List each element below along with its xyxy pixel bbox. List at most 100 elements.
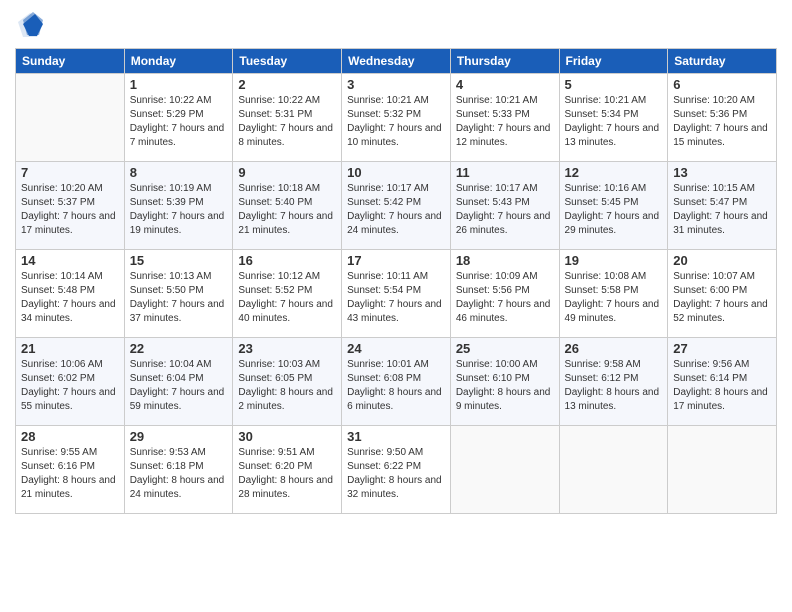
day-number: 1 — [130, 77, 228, 92]
day-info: Sunrise: 10:14 AMSunset: 5:48 PMDaylight… — [21, 270, 119, 326]
day-info: Sunrise: 10:08 AMSunset: 5:58 PMDaylight… — [565, 270, 663, 326]
day-info: Sunrise: 10:07 AMSunset: 6:00 PMDaylight… — [673, 270, 771, 326]
weekday-header-tuesday: Tuesday — [233, 49, 342, 74]
weekday-header-monday: Monday — [124, 49, 233, 74]
day-info: Sunrise: 9:58 AMSunset: 6:12 PMDaylight:… — [565, 358, 663, 414]
calendar-cell — [450, 426, 559, 514]
weekday-header-saturday: Saturday — [668, 49, 777, 74]
calendar-cell: 24 Sunrise: 10:01 AMSunset: 6:08 PMDaylig… — [342, 338, 451, 426]
logo — [15, 10, 49, 40]
day-info: Sunrise: 10:22 AMSunset: 5:29 PMDaylight… — [130, 94, 228, 150]
day-number: 6 — [673, 77, 771, 92]
calendar-cell: 11 Sunrise: 10:17 AMSunset: 5:43 PMDaylig… — [450, 162, 559, 250]
calendar-cell: 30 Sunrise: 9:51 AMSunset: 6:20 PMDayligh… — [233, 426, 342, 514]
day-number: 23 — [238, 341, 336, 356]
calendar-cell — [668, 426, 777, 514]
calendar-cell: 9Sunrise: 10:18 AMSunset: 5:40 PMDayligh… — [233, 162, 342, 250]
calendar-cell: 29Sunrise: 9:53 AMSunset: 6:18 PMDayligh… — [124, 426, 233, 514]
calendar-week-row: 7 Sunrise: 10:20 AMSunset: 5:37 PMDayligh… — [16, 162, 777, 250]
day-info: Sunrise: 10:20 AMSunset: 5:37 PMDaylight… — [21, 182, 119, 238]
day-number: 27 — [673, 341, 771, 356]
day-number: 13 — [673, 165, 771, 180]
day-info: Sunrise: 10:16 AMSunset: 5:45 PMDaylight… — [565, 182, 663, 238]
day-info: Sunrise: 9:50 AMSunset: 6:22 PMDaylight:… — [347, 446, 445, 502]
day-number: 17 — [347, 253, 445, 268]
calendar-cell: 5 Sunrise: 10:21 AMSunset: 5:34 PMDayligh… — [559, 74, 668, 162]
day-number: 5 — [565, 77, 663, 92]
day-number: 22 — [130, 341, 228, 356]
calendar-cell: 15 Sunrise: 10:13 AMSunset: 5:50 PMDaylig… — [124, 250, 233, 338]
day-number: 24 — [347, 341, 445, 356]
day-number: 9 — [238, 165, 336, 180]
calendar-cell: 25Sunrise: 10:00 AMSunset: 6:10 PMDaylig… — [450, 338, 559, 426]
day-number: 26 — [565, 341, 663, 356]
calendar-cell: 27 Sunrise: 9:56 AMSunset: 6:14 PMDayligh… — [668, 338, 777, 426]
day-info: Sunrise: 10:17 AMSunset: 5:42 PMDaylight… — [347, 182, 445, 238]
calendar-cell: 31Sunrise: 9:50 AMSunset: 6:22 PMDayligh… — [342, 426, 451, 514]
calendar-week-row: 21Sunrise: 10:06 AMSunset: 6:02 PMDaylig… — [16, 338, 777, 426]
calendar-cell: 23 Sunrise: 10:03 AMSunset: 6:05 PMDaylig… — [233, 338, 342, 426]
day-number: 7 — [21, 165, 119, 180]
day-info: Sunrise: 10:12 AMSunset: 5:52 PMDaylight… — [238, 270, 336, 326]
calendar-cell: 3Sunrise: 10:21 AMSunset: 5:32 PMDayligh… — [342, 74, 451, 162]
day-number: 4 — [456, 77, 554, 92]
day-number: 14 — [21, 253, 119, 268]
calendar-cell: 10 Sunrise: 10:17 AMSunset: 5:42 PMDaylig… — [342, 162, 451, 250]
day-number: 20 — [673, 253, 771, 268]
day-number: 10 — [347, 165, 445, 180]
day-number: 11 — [456, 165, 554, 180]
day-info: Sunrise: 9:56 AMSunset: 6:14 PMDaylight:… — [673, 358, 771, 414]
weekday-header-thursday: Thursday — [450, 49, 559, 74]
calendar-cell: 28Sunrise: 9:55 AMSunset: 6:16 PMDayligh… — [16, 426, 125, 514]
header — [15, 10, 777, 40]
day-info: Sunrise: 10:17 AMSunset: 5:43 PMDaylight… — [456, 182, 554, 238]
calendar-week-row: 1 Sunrise: 10:22 AMSunset: 5:29 PMDayligh… — [16, 74, 777, 162]
calendar-page: SundayMondayTuesdayWednesdayThursdayFrid… — [0, 0, 792, 612]
day-number: 30 — [238, 429, 336, 444]
day-info: Sunrise: 10:22 AMSunset: 5:31 PMDaylight… — [238, 94, 336, 150]
day-number: 3 — [347, 77, 445, 92]
calendar-cell: 4 Sunrise: 10:21 AMSunset: 5:33 PMDayligh… — [450, 74, 559, 162]
calendar-cell: 21Sunrise: 10:06 AMSunset: 6:02 PMDaylig… — [16, 338, 125, 426]
calendar-week-row: 28Sunrise: 9:55 AMSunset: 6:16 PMDayligh… — [16, 426, 777, 514]
calendar-cell: 19 Sunrise: 10:08 AMSunset: 5:58 PMDaylig… — [559, 250, 668, 338]
weekday-header-row: SundayMondayTuesdayWednesdayThursdayFrid… — [16, 49, 777, 74]
day-info: Sunrise: 10:19 AMSunset: 5:39 PMDaylight… — [130, 182, 228, 238]
weekday-header-friday: Friday — [559, 49, 668, 74]
weekday-header-sunday: Sunday — [16, 49, 125, 74]
calendar-cell: 13Sunrise: 10:15 AMSunset: 5:47 PMDaylig… — [668, 162, 777, 250]
day-info: Sunrise: 10:01 AMSunset: 6:08 PMDaylight… — [347, 358, 445, 414]
day-info: Sunrise: 10:09 AMSunset: 5:56 PMDaylight… — [456, 270, 554, 326]
day-number: 15 — [130, 253, 228, 268]
calendar-cell: 8Sunrise: 10:19 AMSunset: 5:39 PMDayligh… — [124, 162, 233, 250]
calendar-cell: 2 Sunrise: 10:22 AMSunset: 5:31 PMDayligh… — [233, 74, 342, 162]
calendar-table: SundayMondayTuesdayWednesdayThursdayFrid… — [15, 48, 777, 514]
calendar-cell: 18Sunrise: 10:09 AMSunset: 5:56 PMDaylig… — [450, 250, 559, 338]
calendar-cell — [559, 426, 668, 514]
day-info: Sunrise: 10:13 AMSunset: 5:50 PMDaylight… — [130, 270, 228, 326]
day-info: Sunrise: 10:21 AMSunset: 5:34 PMDaylight… — [565, 94, 663, 150]
calendar-cell: 6 Sunrise: 10:20 AMSunset: 5:36 PMDayligh… — [668, 74, 777, 162]
day-number: 25 — [456, 341, 554, 356]
calendar-cell — [16, 74, 125, 162]
day-number: 12 — [565, 165, 663, 180]
day-info: Sunrise: 10:11 AMSunset: 5:54 PMDaylight… — [347, 270, 445, 326]
calendar-cell: 22Sunrise: 10:04 AMSunset: 6:04 PMDaylig… — [124, 338, 233, 426]
weekday-header-wednesday: Wednesday — [342, 49, 451, 74]
calendar-week-row: 14 Sunrise: 10:14 AMSunset: 5:48 PMDaylig… — [16, 250, 777, 338]
logo-icon — [15, 10, 45, 40]
calendar-cell: 20 Sunrise: 10:07 AMSunset: 6:00 PMDaylig… — [668, 250, 777, 338]
calendar-cell: 14 Sunrise: 10:14 AMSunset: 5:48 PMDaylig… — [16, 250, 125, 338]
day-info: Sunrise: 9:51 AMSunset: 6:20 PMDaylight:… — [238, 446, 336, 502]
calendar-cell: 26 Sunrise: 9:58 AMSunset: 6:12 PMDayligh… — [559, 338, 668, 426]
day-info: Sunrise: 10:21 AMSunset: 5:33 PMDaylight… — [456, 94, 554, 150]
day-number: 2 — [238, 77, 336, 92]
calendar-cell: 12 Sunrise: 10:16 AMSunset: 5:45 PMDaylig… — [559, 162, 668, 250]
calendar-cell: 17 Sunrise: 10:11 AMSunset: 5:54 PMDaylig… — [342, 250, 451, 338]
day-info: Sunrise: 10:03 AMSunset: 6:05 PMDaylight… — [238, 358, 336, 414]
day-number: 29 — [130, 429, 228, 444]
day-info: Sunrise: 9:55 AMSunset: 6:16 PMDaylight:… — [21, 446, 119, 502]
day-number: 19 — [565, 253, 663, 268]
day-info: Sunrise: 10:20 AMSunset: 5:36 PMDaylight… — [673, 94, 771, 150]
day-number: 16 — [238, 253, 336, 268]
